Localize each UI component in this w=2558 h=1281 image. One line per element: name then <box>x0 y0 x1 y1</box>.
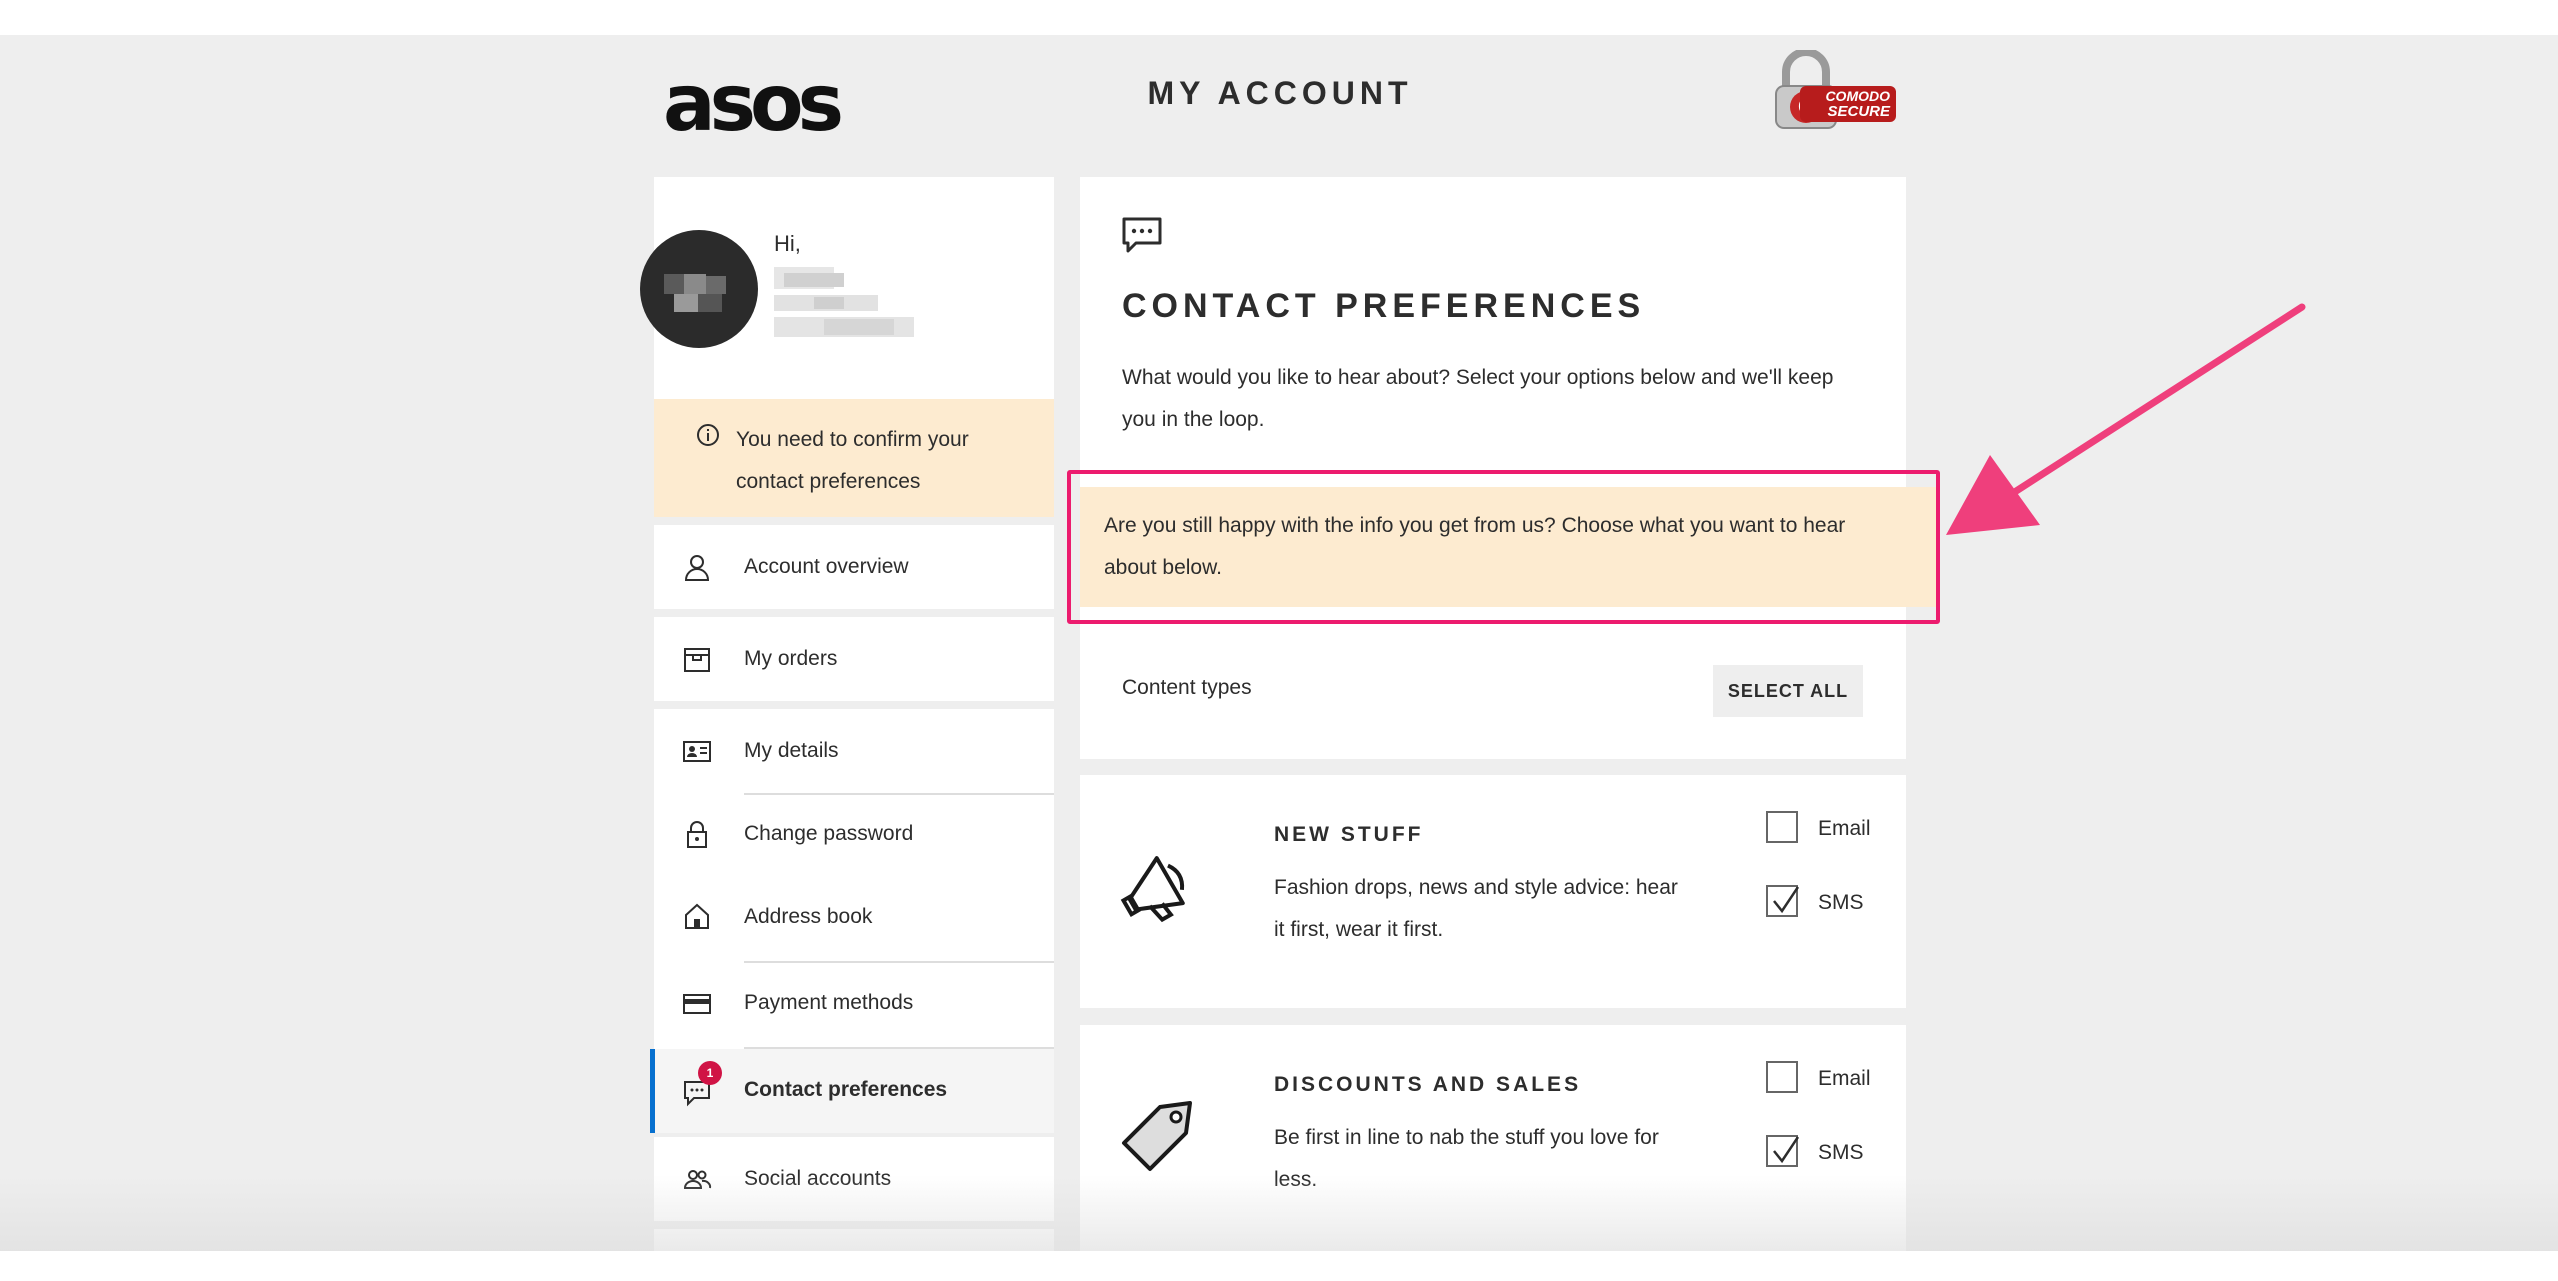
select-all-button[interactable]: SELECT ALL <box>1713 665 1863 717</box>
card-icon <box>683 994 711 1014</box>
active-indicator <box>650 1049 655 1133</box>
sidebar-item-label: Contact preferences <box>744 1078 948 1101</box>
sidebar-item-my-orders[interactable]: My orders <box>654 617 1054 701</box>
preference-card-new-stuff: NEW STUFF Fashion drops, news and style … <box>1080 775 1906 1008</box>
email-label: Email <box>1818 817 1871 840</box>
sidebar-item-label: Social accounts <box>744 1167 892 1190</box>
contact-preferences-card: CONTACT PREFERENCES What would you like … <box>1080 177 1906 759</box>
asos-logo[interactable]: asos <box>663 65 844 143</box>
people-icon <box>683 1170 712 1189</box>
sidebar-item-payment-methods[interactable]: Payment methods <box>654 963 1054 1047</box>
lock-icon <box>687 821 707 848</box>
sidebar-item-label: Change password <box>744 822 914 845</box>
sms-label: SMS <box>1818 1141 1864 1164</box>
info-icon <box>697 424 719 446</box>
person-icon <box>684 555 710 581</box>
preference-description: Fashion drops, news and style advice: he… <box>1274 876 1678 941</box>
preference-title: DISCOUNTS AND SALES <box>1274 1073 1582 1096</box>
annotation-arrow-icon <box>1946 303 2306 535</box>
sidebar-item-my-details[interactable]: My details <box>654 709 1054 793</box>
chat-bubble-icon <box>1122 217 1162 253</box>
notification-badge: 1 <box>698 1061 722 1085</box>
intro-text: What would you like to hear about? Selec… <box>1122 366 1834 431</box>
sms-label: SMS <box>1818 891 1864 914</box>
price-tag-icon <box>1122 1101 1192 1171</box>
email-label: Email <box>1818 1067 1871 1090</box>
checkmark-icon <box>1773 1136 1800 1164</box>
house-icon <box>685 903 709 929</box>
sidebar-item-label: My details <box>744 739 839 762</box>
email-checkbox[interactable] <box>1766 811 1798 843</box>
sidebar-item-label: My orders <box>744 647 838 670</box>
sidebar-item-label: Payment methods <box>744 991 914 1014</box>
preference-title: NEW STUFF <box>1274 823 1424 846</box>
avatar <box>640 230 758 348</box>
id-card-icon <box>683 741 711 762</box>
notice-text: You need to confirm your contact prefere… <box>736 428 969 493</box>
sidebar-item-label: Address book <box>744 905 873 928</box>
page-title: MY ACCOUNT <box>1147 75 1413 111</box>
sidebar-item-more <box>654 1229 1054 1251</box>
user-name-redacted <box>774 267 914 337</box>
profile-card: Hi, <box>640 177 1054 399</box>
sidebar-item-account-overview[interactable]: Account overview <box>654 525 1054 609</box>
sidebar-item-label: Account overview <box>744 555 909 578</box>
checkmark-icon <box>1773 886 1800 914</box>
sidebar-item-address-book[interactable]: Address book <box>654 877 1054 961</box>
sms-checkbox[interactable] <box>1766 1135 1800 1167</box>
email-checkbox[interactable] <box>1766 1061 1798 1093</box>
content-types-label: Content types <box>1122 676 1252 699</box>
box-icon <box>684 648 710 672</box>
megaphone-icon <box>1120 856 1185 923</box>
annotation-highlight-box <box>1067 470 1940 624</box>
sidebar-item-social-accounts[interactable]: Social accounts <box>654 1137 1054 1221</box>
preference-description: Be first in line to nab the stuff you lo… <box>1274 1126 1659 1191</box>
section-title: CONTACT PREFERENCES <box>1122 287 1646 325</box>
page-background: asos MY ACCOUNT C COMODO SECURE Hi, <box>0 35 2558 1251</box>
sidebar-group: My details Change password Address book <box>650 709 1054 1133</box>
comodo-text: COMODO <box>1825 88 1890 104</box>
sidebar-item-change-password[interactable]: Change password <box>654 795 1054 877</box>
sms-checkbox[interactable] <box>1766 885 1800 917</box>
account-sidebar: Hi, You need to confirm your contact pre… <box>640 177 1054 1251</box>
confirm-preferences-notice: You need to confirm your contact prefere… <box>654 399 1054 517</box>
sidebar-item-contact-preferences[interactable]: 1 Contact preferences <box>650 1049 1054 1133</box>
preference-card-discounts-and-sales: DISCOUNTS AND SALES Be first in line to … <box>1080 1025 1906 1251</box>
greeting: Hi, <box>774 231 801 256</box>
secure-text: SECURE <box>1827 103 1890 120</box>
